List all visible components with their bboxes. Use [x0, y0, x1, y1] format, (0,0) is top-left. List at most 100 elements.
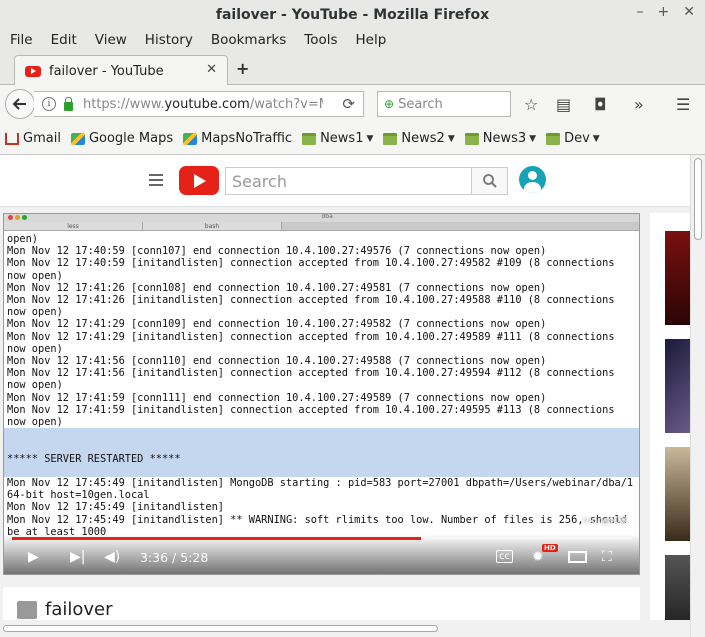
maps-icon — [183, 132, 198, 145]
mongodb-watermark: mongoDB — [582, 516, 627, 526]
pocket-icon[interactable]: ◘ — [594, 95, 607, 114]
folder-icon — [546, 132, 561, 145]
url-bar[interactable]: i https://www.youtube.com/watch?v=MGol ⟳ — [34, 91, 364, 117]
video-title: failover — [45, 599, 113, 620]
search-icon — [482, 174, 497, 188]
server-restarted-highlight: ***** SERVER RESTARTED ***** — [4, 428, 639, 478]
chevron-down-icon: ▼ — [592, 133, 600, 144]
menu-view[interactable]: View — [95, 32, 127, 48]
site-info-icon[interactable]: i — [42, 97, 56, 111]
menu-help[interactable]: Help — [356, 32, 387, 48]
horizontal-scroll-thumb[interactable] — [3, 625, 438, 632]
youtube-search-button[interactable] — [471, 167, 508, 195]
terminal-title: dba — [321, 213, 333, 220]
related-video-thumbnail[interactable] — [665, 339, 690, 433]
reload-icon[interactable]: ⟳ — [342, 95, 355, 113]
tab-label: failover - YouTube — [49, 63, 164, 79]
bookmark-mapsnotraffic[interactable]: MapsNoTraffic — [183, 131, 292, 146]
terminal-close-dot — [8, 215, 13, 220]
folder-icon — [383, 132, 398, 145]
new-tab-icon[interactable]: + — [236, 59, 249, 78]
volume-icon[interactable]: ◀) — [104, 549, 120, 565]
avatar[interactable] — [519, 166, 546, 193]
reader-list-icon[interactable]: ▤ — [556, 95, 571, 114]
back-arrow-icon — [12, 98, 26, 110]
play-icon[interactable]: ▶ — [28, 549, 39, 565]
search-engine-icon: ⊕ — [384, 97, 395, 111]
page-content: Search dba less bash open) Mon Nov 12 17… — [0, 155, 690, 637]
horizontal-scrollbar[interactable] — [0, 620, 690, 637]
terminal-titlebar: dba — [4, 214, 639, 222]
gmail-icon — [5, 132, 19, 145]
youtube-favicon-icon — [25, 65, 41, 77]
bookmark-label: News1 — [320, 131, 364, 146]
vertical-scroll-thumb[interactable] — [694, 158, 702, 240]
overflow-chevron-icon[interactable]: » — [634, 95, 644, 114]
url-prefix: https://www. — [83, 96, 165, 112]
bookmark-folder-news1[interactable]: News1 ▼ — [302, 131, 373, 146]
bookmark-google-maps[interactable]: Google Maps — [70, 131, 174, 146]
maximize-icon[interactable]: + — [658, 4, 670, 20]
menu-history[interactable]: History — [145, 32, 193, 48]
bookmark-label: News2 — [401, 131, 445, 146]
menu-tools[interactable]: Tools — [304, 32, 337, 48]
bookmark-folder-news3[interactable]: News3 ▼ — [464, 131, 537, 146]
related-video-thumbnail[interactable] — [665, 447, 690, 541]
related-videos-sidebar — [650, 213, 690, 637]
bookmark-gmail[interactable]: Gmail — [5, 131, 61, 146]
tab-youtube[interactable]: failover - YouTube ✕ — [14, 55, 228, 86]
private-video-icon — [17, 601, 37, 619]
menu-file[interactable]: File — [10, 32, 33, 48]
bookmark-folder-news2[interactable]: News2 ▼ — [383, 131, 455, 146]
bookmark-star-icon[interactable]: ☆ — [524, 95, 538, 114]
bookmark-label: Google Maps — [88, 131, 174, 146]
progress-bar[interactable] — [12, 537, 632, 540]
bookmark-label: Dev — [564, 131, 590, 146]
terminal-lines-before: open) Mon Nov 12 17:40:59 [conn107] end … — [7, 233, 615, 429]
minimize-icon[interactable]: – — [637, 4, 644, 20]
terminal-lines-after: Mon Nov 12 17:45:49 [initandlisten] Mong… — [7, 477, 634, 538]
related-video-thumbnail[interactable] — [665, 231, 690, 325]
url-text[interactable]: https://www.youtube.com/watch?v=MGol — [83, 97, 323, 112]
tab-bar: failover - YouTube ✕ + — [0, 51, 705, 86]
chevron-down-icon: ▼ — [447, 133, 455, 144]
search-bar[interactable]: ⊕ Search — [377, 91, 511, 117]
menu-bookmarks[interactable]: Bookmarks — [211, 32, 286, 48]
youtube-search-input[interactable]: Search — [225, 167, 472, 195]
hd-badge: HD — [542, 544, 558, 552]
fullscreen-icon[interactable]: ⛶ — [602, 549, 612, 565]
folder-icon — [464, 132, 479, 145]
bookmark-folder-dev[interactable]: Dev ▼ — [546, 131, 600, 146]
terminal-minimize-dot — [15, 215, 20, 220]
lock-icon — [64, 96, 73, 111]
captions-icon[interactable]: cc — [496, 550, 513, 563]
bookmark-label: Gmail — [23, 131, 61, 146]
close-window-icon[interactable]: ✕ — [683, 4, 695, 20]
theater-mode-icon[interactable] — [568, 551, 587, 563]
terminal-tab-less: less — [4, 222, 143, 230]
search-placeholder: Search — [398, 96, 443, 112]
vertical-scrollbar[interactable] — [690, 155, 705, 637]
url-path: /watch?v=MGol — [249, 96, 323, 112]
menu-bar: File Edit View History Bookmarks Tools H… — [0, 29, 705, 51]
chevron-down-icon: ▼ — [529, 133, 537, 144]
terminal-output: open) Mon Nov 12 17:40:59 [conn107] end … — [4, 231, 639, 540]
close-tab-icon[interactable]: ✕ — [206, 62, 217, 77]
next-icon[interactable]: ▶| — [70, 549, 85, 565]
guide-menu-icon[interactable] — [149, 174, 163, 189]
video-player[interactable]: dba less bash open) Mon Nov 12 17:40:59 … — [3, 213, 640, 575]
navigation-toolbar: i https://www.youtube.com/watch?v=MGol ⟳… — [0, 85, 705, 123]
youtube-search-placeholder: Search — [232, 171, 287, 191]
window-title: failover - YouTube - Mozilla Firefox — [215, 6, 490, 23]
maps-icon — [70, 132, 85, 145]
terminal-tabs: less bash — [4, 222, 639, 231]
folder-icon — [302, 132, 317, 145]
youtube-logo[interactable] — [179, 166, 219, 195]
menu-edit[interactable]: Edit — [51, 32, 77, 48]
url-host: youtube.com — [164, 96, 250, 112]
hamburger-menu-icon[interactable]: ☰ — [676, 95, 690, 114]
progress-fill — [12, 537, 422, 540]
bookmark-label: News3 — [482, 131, 527, 146]
bookmark-label: MapsNoTraffic — [201, 131, 293, 146]
back-button[interactable] — [5, 89, 35, 119]
